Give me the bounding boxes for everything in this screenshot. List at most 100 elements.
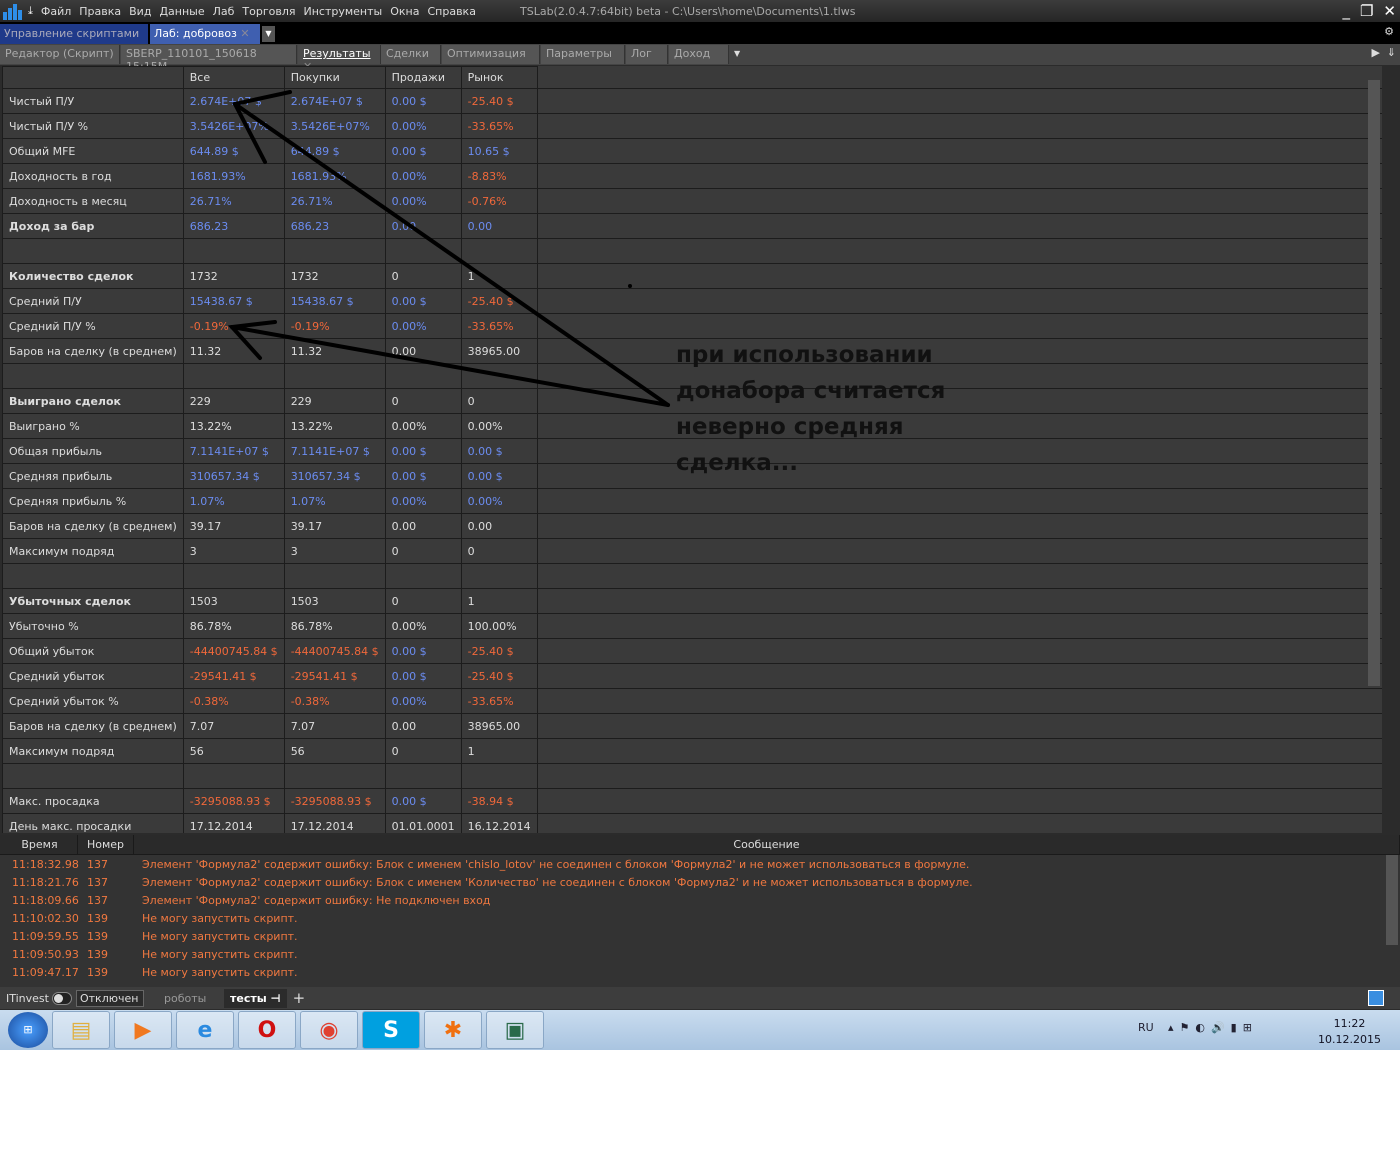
notes-icon[interactable]: [1368, 990, 1384, 1006]
tab-editor[interactable]: Редактор (Скрипт): [0, 45, 120, 64]
connection-toggle[interactable]: [51, 991, 72, 1005]
menu-tools[interactable]: Инструменты: [300, 5, 387, 18]
table-row[interactable]: Чистый П/У % 3.5426E+07% 3.5426E+07% 0.00% -…: [2, 113, 538, 139]
media-player-icon[interactable]: ▶: [114, 1011, 172, 1049]
menu-trading[interactable]: Торговля: [238, 5, 299, 18]
header-sells[interactable]: Продажи: [384, 66, 462, 89]
tab-robots[interactable]: роботы: [164, 992, 224, 1005]
log-header-message[interactable]: Сообщение: [134, 834, 1400, 855]
table-row[interactable]: Баров на сделку (в среднем) 11.32 11.32 0.0…: [2, 338, 538, 364]
tslab-task-icon[interactable]: ▣: [486, 1011, 544, 1049]
log-scrollbar[interactable]: [1386, 855, 1398, 945]
opera-icon[interactable]: O: [238, 1011, 296, 1049]
tabs-dropdown-button[interactable]: ▼: [262, 26, 275, 42]
table-row[interactable]: Доходность в месяц 26.71% 26.71% 0.00% -0.76…: [2, 188, 538, 214]
tab-parameters[interactable]: Параметры: [541, 45, 625, 64]
tab-results[interactable]: Результаты ✕: [298, 45, 381, 73]
tab-script-management[interactable]: Управление скриптами: [0, 24, 148, 44]
table-row[interactable]: Средний П/У % -0.19% -0.19% 0.00% -33.65%: [2, 313, 538, 339]
table-row[interactable]: Максимум подряд 3 3 0 0: [2, 538, 538, 564]
cell-buys: 1681.93%: [283, 163, 386, 189]
table-row[interactable]: Средний убыток % -0.38% -0.38% 0.00% -33.65%: [2, 688, 538, 714]
settings-gear-icon[interactable]: ⚙: [1384, 25, 1394, 38]
log-row[interactable]: 11:10:02.30 139 Не могу запустить скрипт.: [0, 909, 1400, 927]
menu-view[interactable]: Вид: [125, 5, 155, 18]
close-tab-icon[interactable]: ✕: [240, 27, 249, 40]
table-row[interactable]: День макс. просадки 17.12.2014 17.12.2014 0…: [2, 813, 538, 833]
log-row[interactable]: 11:18:21.76 137 Элемент 'Формула2' содержи…: [0, 873, 1400, 891]
log-time: 11:09:47.17: [12, 965, 79, 979]
menu-help[interactable]: Справка: [423, 5, 479, 18]
log-header-number[interactable]: Номер: [78, 834, 134, 855]
menu-windows[interactable]: Окна: [386, 5, 423, 18]
chrome-icon[interactable]: ◉: [300, 1011, 358, 1049]
more-tabs-icon[interactable]: ▼: [734, 49, 740, 58]
table-row[interactable]: Баров на сделку (в среднем) 7.07 7.07 0.00 3…: [2, 713, 538, 739]
minimize-icon[interactable]: _: [1342, 2, 1350, 20]
skype-icon[interactable]: S: [362, 1011, 420, 1049]
explorer-icon[interactable]: ▤: [52, 1011, 110, 1049]
ie-icon[interactable]: e: [176, 1011, 234, 1049]
table-row[interactable]: Средняя прибыль % 1.07% 1.07% 0.00% 0.00%: [2, 488, 538, 514]
cell-sells: 0: [384, 263, 462, 289]
language-indicator[interactable]: RU: [1138, 1021, 1154, 1034]
cell-buys: 26.71%: [283, 188, 386, 214]
table-row[interactable]: Средняя прибыль 310657.34 $310657.34 $0.0…: [2, 463, 538, 489]
table-row[interactable]: Баров на сделку (в среднем) 39.17 39.17 0.0…: [2, 513, 538, 539]
tab-income[interactable]: Доход: [669, 45, 729, 64]
tab-lab[interactable]: Лаб: добровоз ✕: [150, 24, 260, 44]
log-row[interactable]: 11:18:32.98 137 Элемент 'Формула2' содержи…: [0, 855, 1400, 873]
table-row[interactable]: Максимум подряд 56 56 0 1: [2, 738, 538, 764]
table-row[interactable]: Убыточных сделок 1503 1503 0 1: [2, 588, 538, 614]
cell-sells: 0.00 $: [384, 88, 462, 114]
log-header-time[interactable]: Время: [2, 834, 78, 855]
maximize-icon[interactable]: ❐: [1360, 2, 1373, 20]
tab-tests[interactable]: тесты ⊣: [223, 988, 287, 1008]
table-row[interactable]: Чистый П/У 2.674E+07 $2.674E+07 $0.00 $ -2…: [2, 88, 538, 114]
results-scrollbar[interactable]: [1368, 80, 1380, 686]
step-icon[interactable]: ⇓: [1387, 46, 1396, 59]
table-row[interactable]: Общая прибыль 7.1141E+07 $7.1141E+07 $0.0…: [2, 438, 538, 464]
table-row[interactable]: Выиграно сделок 229 229 0 0: [2, 388, 538, 414]
table-row[interactable]: [2, 563, 538, 589]
table-row[interactable]: Общий MFE 644.89 $644.89 $0.00 $10.65 $: [2, 138, 538, 164]
table-row[interactable]: Средний П/У 15438.67 $15438.67 $0.00 $ -25…: [2, 288, 538, 314]
header-buys[interactable]: Покупки: [283, 66, 386, 89]
table-row[interactable]: Общий убыток -44400745.84 $ -44400745.84 $…: [2, 638, 538, 664]
tab-optimization[interactable]: Оптимизация: [442, 45, 540, 64]
header-market[interactable]: Рынок: [460, 66, 538, 89]
menu-lab[interactable]: Лаб: [209, 5, 239, 18]
menu-edit[interactable]: Правка: [75, 5, 125, 18]
log-number: 139: [87, 965, 108, 979]
menu-data[interactable]: Данные: [155, 5, 208, 18]
log-row[interactable]: 11:09:47.17 139 Не могу запустить скрипт.: [0, 963, 1400, 981]
download-icon[interactable]: ⤓: [28, 4, 33, 18]
table-row[interactable]: Выиграно % 13.22% 13.22% 0.00% 0.00%: [2, 413, 538, 439]
table-row[interactable]: [2, 363, 538, 389]
avast-icon[interactable]: ✱: [424, 1011, 482, 1049]
log-row[interactable]: 11:09:59.55 139 Не могу запустить скрипт.: [0, 927, 1400, 945]
table-row[interactable]: Доход за бар 686.23 686.23 0.00 0.00: [2, 213, 538, 239]
run-icon[interactable]: ▶: [1372, 46, 1380, 59]
table-row[interactable]: Убыточно % 86.78% 86.78% 0.00% 100.00%: [2, 613, 538, 639]
close-icon[interactable]: ✕: [1383, 2, 1396, 20]
add-tab-button[interactable]: +: [293, 989, 306, 1007]
tray-icons[interactable]: ▴⚑◐🔊▮⊞: [1168, 1021, 1258, 1034]
start-button[interactable]: ⊞: [8, 1012, 48, 1048]
header-all[interactable]: Все: [182, 66, 285, 89]
tab-deals[interactable]: Сделки: [381, 45, 441, 64]
table-row[interactable]: Макс. просадка -3295088.93 $ -3295088.93 $…: [2, 788, 538, 814]
table-row[interactable]: [2, 238, 538, 264]
log-row[interactable]: 11:09:50.93 139 Не могу запустить скрипт.: [0, 945, 1400, 963]
table-row[interactable]: [2, 763, 538, 789]
table-row[interactable]: Количество сделок 1732 1732 0 1: [2, 263, 538, 289]
tab-log[interactable]: Лог: [626, 45, 668, 64]
table-row[interactable]: Доходность в год 1681.93% 1681.93% 0.00% -8.…: [2, 163, 538, 189]
table-row[interactable]: Средний убыток -29541.41 $ -29541.41 $0.00…: [2, 663, 538, 689]
menu-file[interactable]: Файл: [37, 5, 75, 18]
clock[interactable]: 11:22 10.12.2015: [1318, 1016, 1381, 1048]
log-row[interactable]: 11:18:09.66 137 Элемент 'Формула2' содержи…: [0, 891, 1400, 909]
tab-instrument[interactable]: SBERP_110101_150618 15:15M: [121, 45, 297, 73]
cell-all: 644.89 $: [182, 138, 285, 164]
cell-market: -33.65%: [460, 113, 538, 139]
